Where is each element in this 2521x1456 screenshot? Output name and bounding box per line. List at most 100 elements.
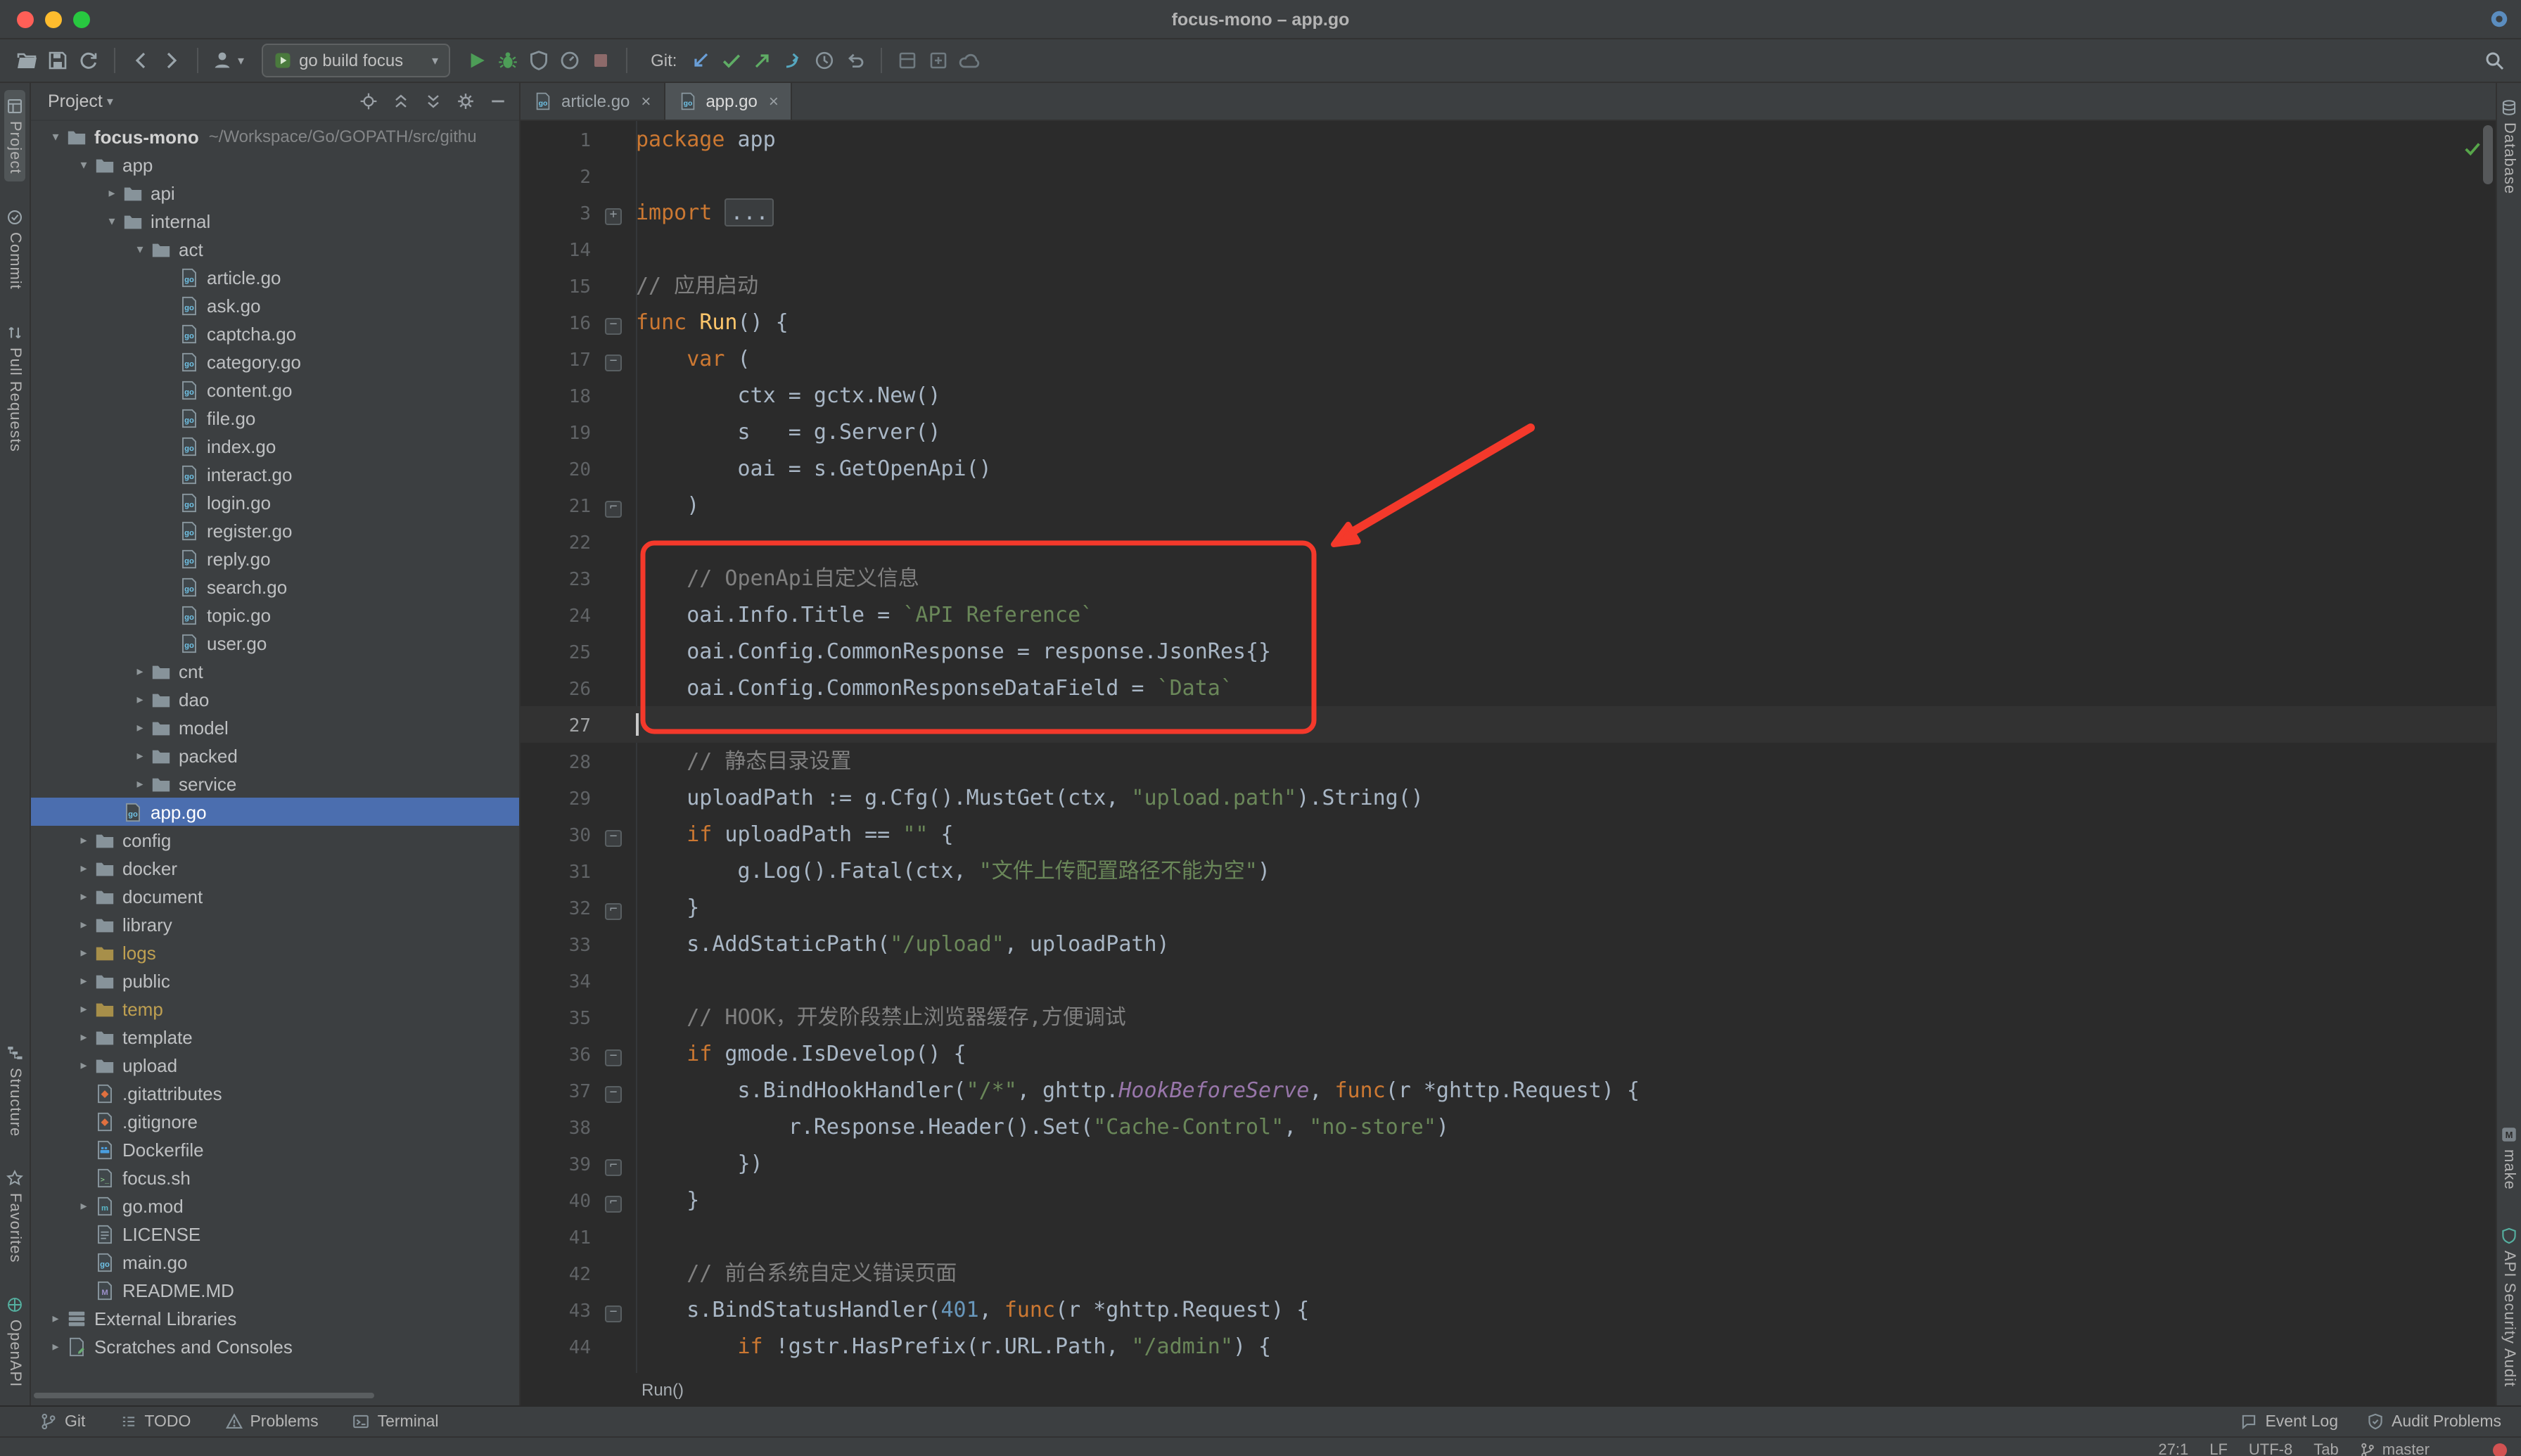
stripe-button-api-security-audit[interactable]: API Security Audit [2498,1220,2520,1394]
tree-item-reply-go[interactable]: goreply.go [31,544,519,573]
close-tab-icon[interactable]: × [641,91,651,111]
fold-marker-icon[interactable]: − [591,816,636,852]
tree-item-act[interactable]: ▾act [31,235,519,263]
code-line-33[interactable]: 33 s.AddStaticPath("/upload", uploadPath… [521,926,2496,962]
tree-item-focus-mono[interactable]: ▾focus-mono~/Workspace/Go/GOPATH/src/git… [31,122,519,151]
code-line-1[interactable]: 1package app [521,121,2496,158]
tree-item-logs[interactable]: ▸logs [31,938,519,966]
save-all-icon[interactable] [42,45,73,76]
chevron-right-icon[interactable]: ▸ [45,1339,66,1354]
tree-item-packed[interactable]: ▸packed [31,741,519,769]
code-line-2[interactable]: 2 [521,158,2496,194]
code-line-22[interactable]: 22 [521,523,2496,560]
tree-item-focus-sh[interactable]: >_focus.sh [31,1163,519,1192]
code-line-25[interactable]: 25 oai.Config.CommonResponse = response.… [521,633,2496,670]
encoding-indicator[interactable]: UTF-8 [2249,1441,2292,1456]
tree-item-index-go[interactable]: goindex.go [31,432,519,460]
code-line-37[interactable]: 37− s.BindHookHandler("/*", ghttp.HookBe… [521,1072,2496,1109]
chevron-right-icon[interactable]: ▸ [73,973,94,988]
fold-marker-icon[interactable]: ⌐ [591,487,636,523]
tree-item-register-go[interactable]: goregister.go [31,516,519,544]
tree-item-docker[interactable]: ▸docker [31,854,519,882]
close-tab-icon[interactable]: × [769,91,779,111]
collapse-all-icon[interactable] [423,91,443,111]
tab-article-go[interactable]: goarticle.go× [521,83,665,120]
git-cherry-pick-icon[interactable] [778,45,809,76]
git-branch-widget[interactable]: master [2360,1441,2430,1456]
chevron-right-icon[interactable]: ▸ [73,860,94,876]
fullscreen-window-button[interactable] [73,11,90,27]
code-line-17[interactable]: 17− var ( [521,340,2496,377]
stripe-button-database[interactable]: Database [2498,91,2520,201]
profiler-icon[interactable] [554,45,585,76]
chevron-right-icon[interactable]: ▸ [73,1029,94,1045]
chevron-right-icon[interactable]: ▸ [73,888,94,904]
code-line-36[interactable]: 36− if gmode.IsDevelop() { [521,1035,2496,1072]
line-ending-indicator[interactable]: LF [2209,1441,2228,1456]
code-line-42[interactable]: 42 // 前台系统自定义错误页面 [521,1255,2496,1291]
tree-item-main-go[interactable]: gomain.go [31,1248,519,1276]
chevron-right-icon[interactable]: ▸ [73,1198,94,1213]
tree-item-captcha-go[interactable]: gocaptcha.go [31,319,519,347]
chevron-right-icon[interactable]: ▸ [73,917,94,932]
code-line-20[interactable]: 20 oai = s.GetOpenApi() [521,450,2496,487]
tree-item-external-libraries[interactable]: ▸External Libraries [31,1304,519,1332]
tree-item-content-go[interactable]: gocontent.go [31,376,519,404]
tree-item-license[interactable]: LICENSE [31,1220,519,1248]
tool-window-button-git[interactable]: Git [39,1412,85,1431]
tool-window-button-audit-problems[interactable]: Audit Problems [2366,1412,2501,1431]
chevron-right-icon[interactable]: ▸ [129,720,151,735]
stripe-button-make[interactable]: Mmake [2498,1118,2520,1197]
fold-marker-icon[interactable]: + [591,194,636,231]
indent-indicator[interactable]: Tab [2313,1441,2339,1456]
stripe-button-pull-requests[interactable]: Pull Requests [4,316,25,459]
git-update-icon[interactable] [685,45,716,76]
project-panel-title[interactable]: Project [48,91,103,111]
tree-item-document[interactable]: ▸document [31,882,519,910]
code-line-18[interactable]: 18 ctx = gctx.New() [521,377,2496,414]
tree-item-model[interactable]: ▸model [31,713,519,741]
tree-item-go-mod[interactable]: ▸mgo.mod [31,1192,519,1220]
chevron-right-icon[interactable]: ▸ [73,945,94,960]
caret-position[interactable]: 27:1 [2158,1441,2188,1456]
notification-badge[interactable] [2493,1443,2507,1456]
search-everywhere-icon[interactable] [2479,45,2510,76]
debug-button[interactable] [492,45,523,76]
code-line-26[interactable]: 26 oai.Config.CommonResponseDataField = … [521,670,2496,706]
select-opened-file-icon[interactable] [359,91,378,111]
code-line-44[interactable]: 44 if !gstr.HasPrefix(r.URL.Path, "/admi… [521,1328,2496,1365]
tree-item-api[interactable]: ▸api [31,179,519,207]
tree-item-article-go[interactable]: goarticle.go [31,263,519,291]
profile-button[interactable]: ▾ [208,45,247,76]
code-line-30[interactable]: 30− if uploadPath == "" { [521,816,2496,852]
chevron-down-icon[interactable]: ▾ [101,213,122,229]
tree-item-topic-go[interactable]: gotopic.go [31,601,519,629]
tree-item-search-go[interactable]: gosearch.go [31,573,519,601]
code-line-35[interactable]: 35 // HOOK，开发阶段禁止浏览器缓存,方便调试 [521,999,2496,1035]
tree-item-public[interactable]: ▸public [31,966,519,995]
chevron-right-icon[interactable]: ▸ [129,776,151,791]
fold-marker-icon[interactable]: − [591,304,636,340]
tree-item-app[interactable]: ▾app [31,151,519,179]
git-commit-icon[interactable] [716,45,747,76]
chevron-down-icon[interactable]: ▾ [107,94,113,109]
gear-icon[interactable] [456,91,476,111]
run-button[interactable] [461,45,492,76]
tree-item-gitattributes[interactable]: .gitattributes [31,1079,519,1107]
forward-icon[interactable] [156,45,187,76]
minimize-window-button[interactable] [45,11,62,27]
chevron-right-icon[interactable]: ▸ [129,691,151,707]
stripe-button-favorites[interactable]: Favorites [4,1162,25,1270]
tree-item-template[interactable]: ▸template [31,1023,519,1051]
chevron-right-icon[interactable]: ▸ [73,832,94,848]
tree-item-category-go[interactable]: gocategory.go [31,347,519,376]
tree-item-upload[interactable]: ▸upload [31,1051,519,1079]
git-remote-icon[interactable] [954,45,985,76]
code-line-28[interactable]: 28 // 静态目录设置 [521,743,2496,779]
chevron-right-icon[interactable]: ▸ [73,1057,94,1073]
tab-app-go[interactable]: goapp.go× [665,83,792,120]
run-with-coverage-icon[interactable] [523,45,554,76]
breadcrumb-item[interactable]: Run() [642,1379,684,1399]
tree-item-login-go[interactable]: gologin.go [31,488,519,516]
tool-window-button-todo[interactable]: TODO [119,1412,191,1431]
